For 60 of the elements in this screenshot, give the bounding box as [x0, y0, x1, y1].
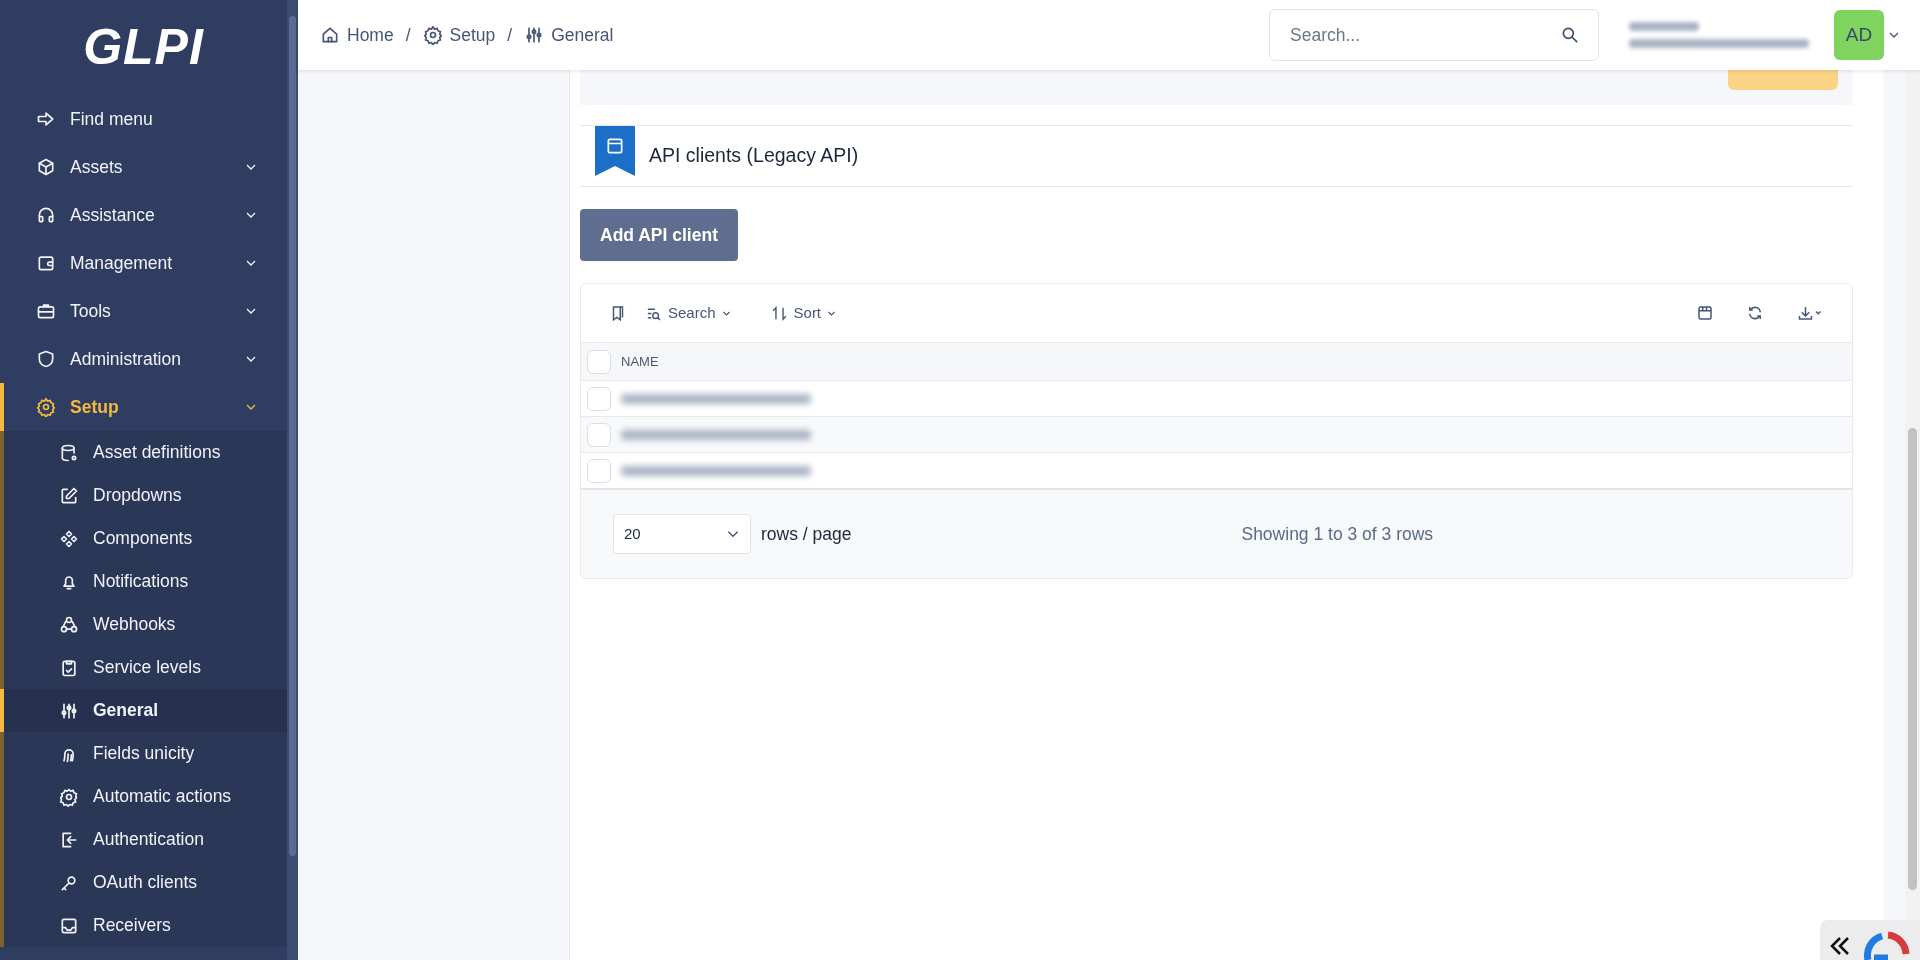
scrollbar-thumb[interactable] — [289, 16, 296, 856]
row-checkbox[interactable] — [587, 458, 611, 483]
select-all-checkbox[interactable] — [587, 349, 611, 374]
submenu-item[interactable]: Notifications — [0, 560, 287, 603]
search-field[interactable]: Search... — [1269, 9, 1599, 61]
sidebar-item[interactable]: Find menu — [0, 95, 287, 143]
webhook-icon — [59, 614, 79, 635]
submenu-item[interactable]: Authentication — [0, 818, 287, 861]
blurred-text — [1629, 22, 1699, 31]
breadcrumb-link[interactable]: General — [524, 21, 614, 49]
briefcase-icon — [36, 301, 56, 321]
home-icon — [320, 25, 340, 45]
window-icon — [605, 136, 625, 156]
logo[interactable]: GLPI — [0, 0, 287, 95]
add-api-client-button[interactable]: Add API client — [580, 209, 738, 262]
submenu-item[interactable]: Fields unicity — [0, 732, 287, 775]
search-icon — [1560, 25, 1580, 45]
sidebar-item[interactable]: Tools — [0, 287, 287, 335]
page-size-label: rows / page — [761, 523, 852, 547]
column-header[interactable]: NAME — [621, 352, 659, 372]
database-icon — [59, 442, 79, 463]
submenu-item[interactable]: Dropdowns — [0, 474, 287, 517]
page-size-select[interactable]: 20 — [613, 514, 751, 555]
gear-icon — [59, 786, 79, 807]
breadcrumb-separator: / — [507, 23, 513, 47]
sort-button[interactable]: Sort — [766, 300, 841, 327]
submenu-item[interactable]: Asset definitions — [0, 431, 287, 474]
submenu-item[interactable]: Components — [0, 517, 287, 560]
sidebar-item[interactable]: Administration — [0, 335, 287, 383]
sort-arrows-icon — [770, 304, 788, 322]
pagination-summary: Showing 1 to 3 of 3 rows — [1241, 523, 1434, 547]
shield-icon — [36, 349, 56, 369]
download-icon[interactable] — [1796, 304, 1824, 323]
cube-icon — [36, 157, 56, 177]
sidebar-item[interactable]: Assets — [0, 143, 287, 191]
breadcrumb-link[interactable]: Home — [320, 21, 394, 49]
floating-widget[interactable] — [1820, 920, 1920, 960]
headset-icon — [36, 205, 56, 225]
submenu-item[interactable]: Receivers — [0, 904, 287, 947]
submenu-item[interactable]: OAuth clients — [0, 861, 287, 904]
row-checkbox[interactable] — [587, 386, 611, 411]
scrollbar-thumb[interactable] — [1908, 428, 1917, 890]
submenu-item[interactable]: Webhooks — [0, 603, 287, 646]
gear-icon — [36, 397, 56, 417]
submenu-item[interactable]: Service levels — [0, 646, 287, 689]
row-checkbox[interactable] — [587, 422, 611, 447]
breadcrumb-link[interactable]: Setup — [422, 21, 496, 49]
user-avatar[interactable]: AD — [1834, 10, 1884, 60]
sidebar-item[interactable]: Assistance — [0, 191, 287, 239]
submenu-item[interactable]: Automatic actions — [0, 775, 287, 818]
sidebar-item[interactable]: Management — [0, 239, 287, 287]
pencil-icon — [59, 485, 79, 506]
columns-icon[interactable] — [1696, 304, 1714, 323]
section-title: API clients (Legacy API) — [649, 143, 859, 169]
diamonds-icon — [59, 528, 79, 549]
breadcrumb-separator: / — [405, 23, 411, 47]
search-button[interactable]: Search — [641, 300, 735, 327]
wallet-icon — [36, 253, 56, 273]
gear-icon — [422, 25, 443, 45]
submenu-item[interactable]: General — [0, 689, 287, 732]
